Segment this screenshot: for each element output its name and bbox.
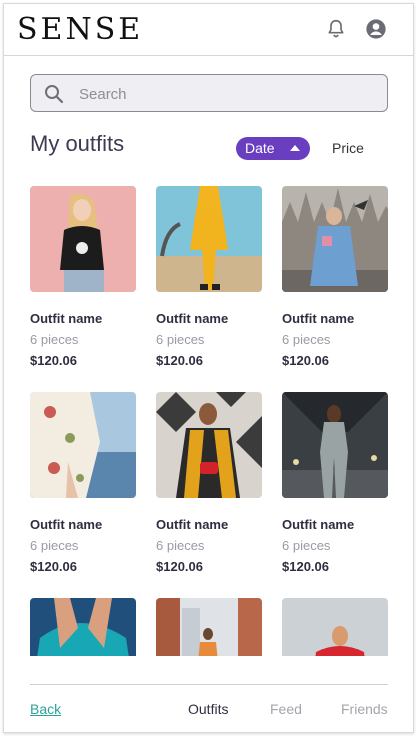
outfit-price: $120.06 bbox=[282, 559, 329, 574]
back-link[interactable]: Back bbox=[30, 701, 61, 717]
outfit-pieces: 6 pieces bbox=[282, 538, 331, 553]
outfit-price: $120.06 bbox=[156, 559, 203, 574]
app-logo: SENSE bbox=[17, 12, 144, 47]
outfit-pieces: 6 pieces bbox=[30, 538, 79, 553]
outfit-price: $120.06 bbox=[30, 559, 77, 574]
outfit-name: Outfit name bbox=[30, 517, 103, 532]
nav-item-outfits[interactable]: Outfits bbox=[188, 701, 228, 717]
outfit-name: Outfit name bbox=[282, 311, 355, 326]
caret-up-icon bbox=[290, 145, 300, 151]
outfit-image bbox=[30, 598, 136, 656]
outfit-image bbox=[156, 186, 262, 292]
outfit-grid: Outfit name 6 pieces $120.06 Outfit name… bbox=[30, 186, 390, 656]
search-icon bbox=[45, 85, 64, 104]
user-icon[interactable] bbox=[365, 18, 387, 40]
nav-item-feed[interactable]: Feed bbox=[270, 701, 302, 717]
outfit-card[interactable]: Outfit name 6 pieces $120.06 bbox=[30, 392, 136, 574]
outfit-image bbox=[282, 186, 388, 292]
nav-item-friends[interactable]: Friends bbox=[341, 701, 388, 717]
outfit-card[interactable]: Outfit name 6 pieces $120.06 bbox=[156, 186, 262, 368]
outfit-name: Outfit name bbox=[30, 311, 103, 326]
outfit-name: Outfit name bbox=[282, 517, 355, 532]
sort-price-button[interactable]: Price bbox=[332, 140, 364, 156]
outfit-image bbox=[156, 598, 262, 656]
outfit-name: Outfit name bbox=[156, 311, 229, 326]
outfit-price: $120.06 bbox=[156, 353, 203, 368]
outfit-card[interactable]: Outfit name 6 pieces $120.06 bbox=[156, 392, 262, 574]
outfit-card[interactable] bbox=[282, 598, 388, 656]
outfit-card[interactable] bbox=[156, 598, 262, 656]
page-title: My outfits bbox=[30, 131, 125, 156]
outfit-card[interactable]: Outfit name 6 pieces $120.06 bbox=[282, 392, 388, 574]
outfit-image bbox=[30, 186, 136, 292]
outfit-name: Outfit name bbox=[156, 517, 229, 532]
search-input[interactable] bbox=[79, 83, 369, 105]
app-frame: SENSE My outfits Date Price bbox=[3, 3, 414, 733]
outfit-card[interactable] bbox=[30, 598, 136, 656]
outfit-card[interactable]: Outfit name 6 pieces $120.06 bbox=[282, 186, 388, 368]
outfit-pieces: 6 pieces bbox=[156, 332, 205, 347]
bottom-nav-divider bbox=[30, 684, 388, 685]
outfit-price: $120.06 bbox=[282, 353, 329, 368]
outfit-image bbox=[282, 598, 388, 656]
outfit-pieces: 6 pieces bbox=[30, 332, 79, 347]
outfit-image bbox=[156, 392, 262, 498]
outfit-image bbox=[282, 392, 388, 498]
outfit-image bbox=[30, 392, 136, 498]
outfit-pieces: 6 pieces bbox=[156, 538, 205, 553]
search-bar bbox=[30, 74, 388, 112]
outfit-card[interactable]: Outfit name 6 pieces $120.06 bbox=[30, 186, 136, 368]
app-header: SENSE bbox=[4, 4, 413, 56]
outfit-price: $120.06 bbox=[30, 353, 77, 368]
bell-icon[interactable] bbox=[325, 18, 347, 40]
sort-date-label: Date bbox=[245, 140, 275, 156]
outfit-pieces: 6 pieces bbox=[282, 332, 331, 347]
sort-date-button[interactable]: Date bbox=[236, 137, 310, 160]
